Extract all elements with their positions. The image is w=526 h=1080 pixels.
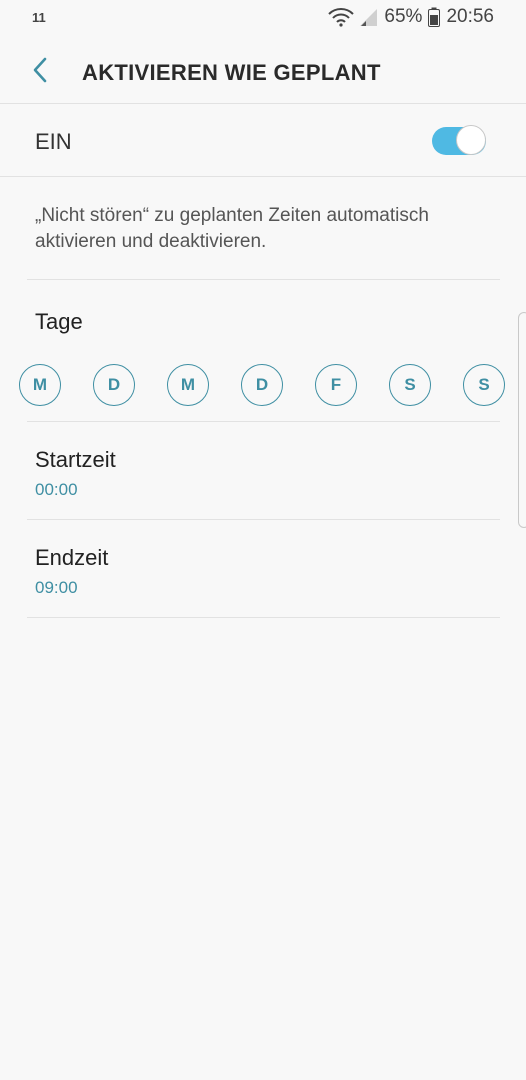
divider xyxy=(27,279,500,280)
description-text: „Nicht stören“ zu geplanten Zeiten autom… xyxy=(35,205,429,252)
app-header: AKTIVIEREN WIE GEPLANT xyxy=(0,40,526,104)
toggle-thumb xyxy=(456,125,486,155)
battery-icon xyxy=(428,7,441,27)
end-time-row[interactable]: Endzeit 09:00 xyxy=(0,521,526,617)
page-title: AKTIVIEREN WIE GEPLANT xyxy=(82,60,381,85)
master-toggle[interactable] xyxy=(432,125,488,157)
clock: 20:56 xyxy=(446,6,494,27)
divider xyxy=(27,617,500,618)
day-button-tuesday[interactable]: D xyxy=(93,364,135,406)
day-button-wednesday[interactable]: M xyxy=(167,364,209,406)
day-button-thursday[interactable]: D xyxy=(241,364,283,406)
days-selector: M D M D F S S xyxy=(19,364,509,410)
start-time-value: 00:00 xyxy=(35,480,78,499)
end-time-value: 09:00 xyxy=(35,578,78,597)
scroll-indicator[interactable] xyxy=(518,312,526,528)
notification-count: 11 xyxy=(32,10,46,25)
end-time-title: Endzeit xyxy=(35,545,109,570)
chevron-left-icon xyxy=(32,57,48,88)
start-time-row[interactable]: Startzeit 00:00 xyxy=(0,423,526,519)
wifi-icon xyxy=(328,7,355,27)
master-switch-row[interactable]: EIN xyxy=(0,105,526,177)
battery-percent: 65% xyxy=(384,6,423,27)
day-button-friday[interactable]: F xyxy=(315,364,357,406)
days-label: Tage xyxy=(35,309,83,334)
divider xyxy=(27,519,500,520)
day-button-saturday[interactable]: S xyxy=(389,364,431,406)
back-button[interactable] xyxy=(22,54,58,90)
start-time-title: Startzeit xyxy=(35,447,116,472)
status-icons: 65% 20:56 xyxy=(328,6,494,28)
day-button-sunday[interactable]: S xyxy=(463,364,505,406)
master-switch-label: EIN xyxy=(35,129,72,154)
divider xyxy=(27,421,500,422)
status-bar: 11 65% 20:56 xyxy=(0,0,526,36)
day-button-monday[interactable]: M xyxy=(19,364,61,406)
signal-icon xyxy=(360,7,378,27)
